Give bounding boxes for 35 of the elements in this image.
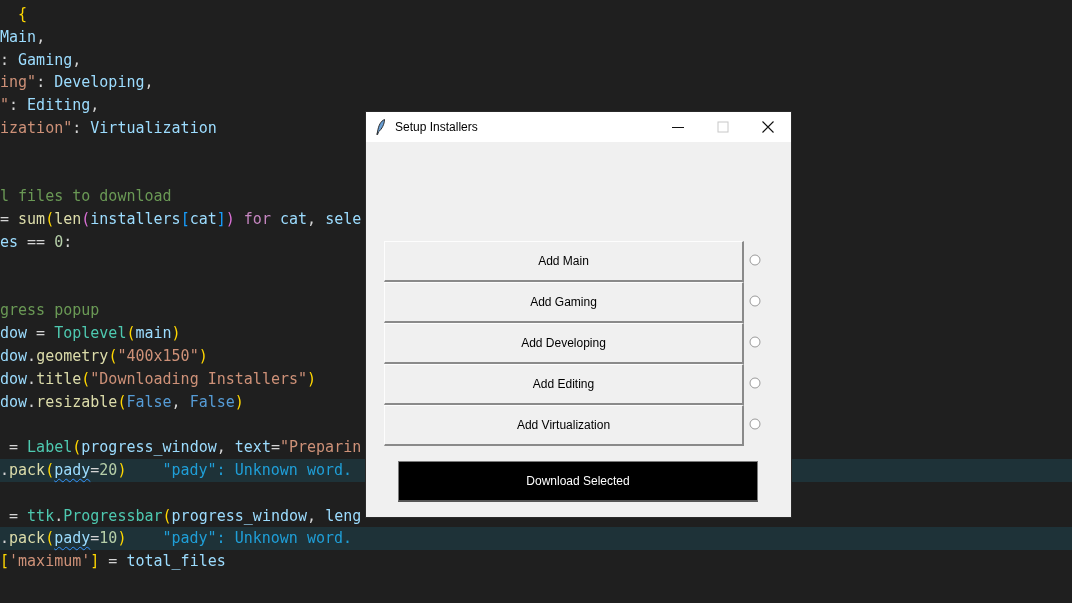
option-button[interactable]: Add Gaming <box>384 282 744 323</box>
radio-button[interactable] <box>749 254 761 266</box>
feather-icon <box>376 119 386 135</box>
radio-button[interactable] <box>749 295 761 307</box>
code-line: = Label(progress_window, text="Preparin <box>8 437 362 459</box>
code-line: { <box>17 4 28 25</box>
option-button[interactable]: Add Main <box>384 241 744 282</box>
option-button[interactable]: Add Editing <box>384 364 744 405</box>
code-line: = ttk.Progressbar(progress_window, leng <box>8 505 362 527</box>
code-line: dow.geometry("400x150") <box>0 345 208 367</box>
radio-button[interactable] <box>749 377 761 389</box>
radio-button[interactable] <box>749 418 761 430</box>
code-line: ization": Virtualization <box>0 118 217 139</box>
code-line: : Gaming, <box>0 49 82 71</box>
code-line: es == 0: <box>0 231 73 253</box>
close-icon[interactable] <box>762 121 774 133</box>
code-line: dow.title("Downloading Installers") <box>0 368 317 390</box>
code-line: Main, <box>0 26 46 48</box>
code-line: .pack(pady=20) <box>0 459 127 481</box>
code-line: = sum(len(installers[cat]) for cat, sele <box>0 209 362 231</box>
download-button[interactable]: Download Selected <box>398 461 758 502</box>
code-line: .pack(pady=10) <box>0 528 127 550</box>
diagnostic-hint: "pady": Unknown word. <box>162 459 353 481</box>
code-line: gress popup <box>0 300 100 322</box>
code-line: dow.resizable(False, False) <box>0 391 244 413</box>
option-button[interactable]: Add Virtualization <box>384 405 744 446</box>
code-line: ": Editing, <box>0 95 100 117</box>
option-button[interactable]: Add Developing <box>384 323 744 364</box>
radio-button[interactable] <box>749 336 761 348</box>
code-line: l files to download <box>0 186 172 208</box>
diagnostic-hint: "pady": Unknown word. <box>162 528 353 550</box>
window-title: Setup Installers <box>395 120 479 134</box>
code-line: ing": Developing, <box>0 72 154 94</box>
code-line: dow = Toplevel(main) <box>0 323 181 345</box>
code-line: ['maximum'] = total_files <box>0 551 226 573</box>
